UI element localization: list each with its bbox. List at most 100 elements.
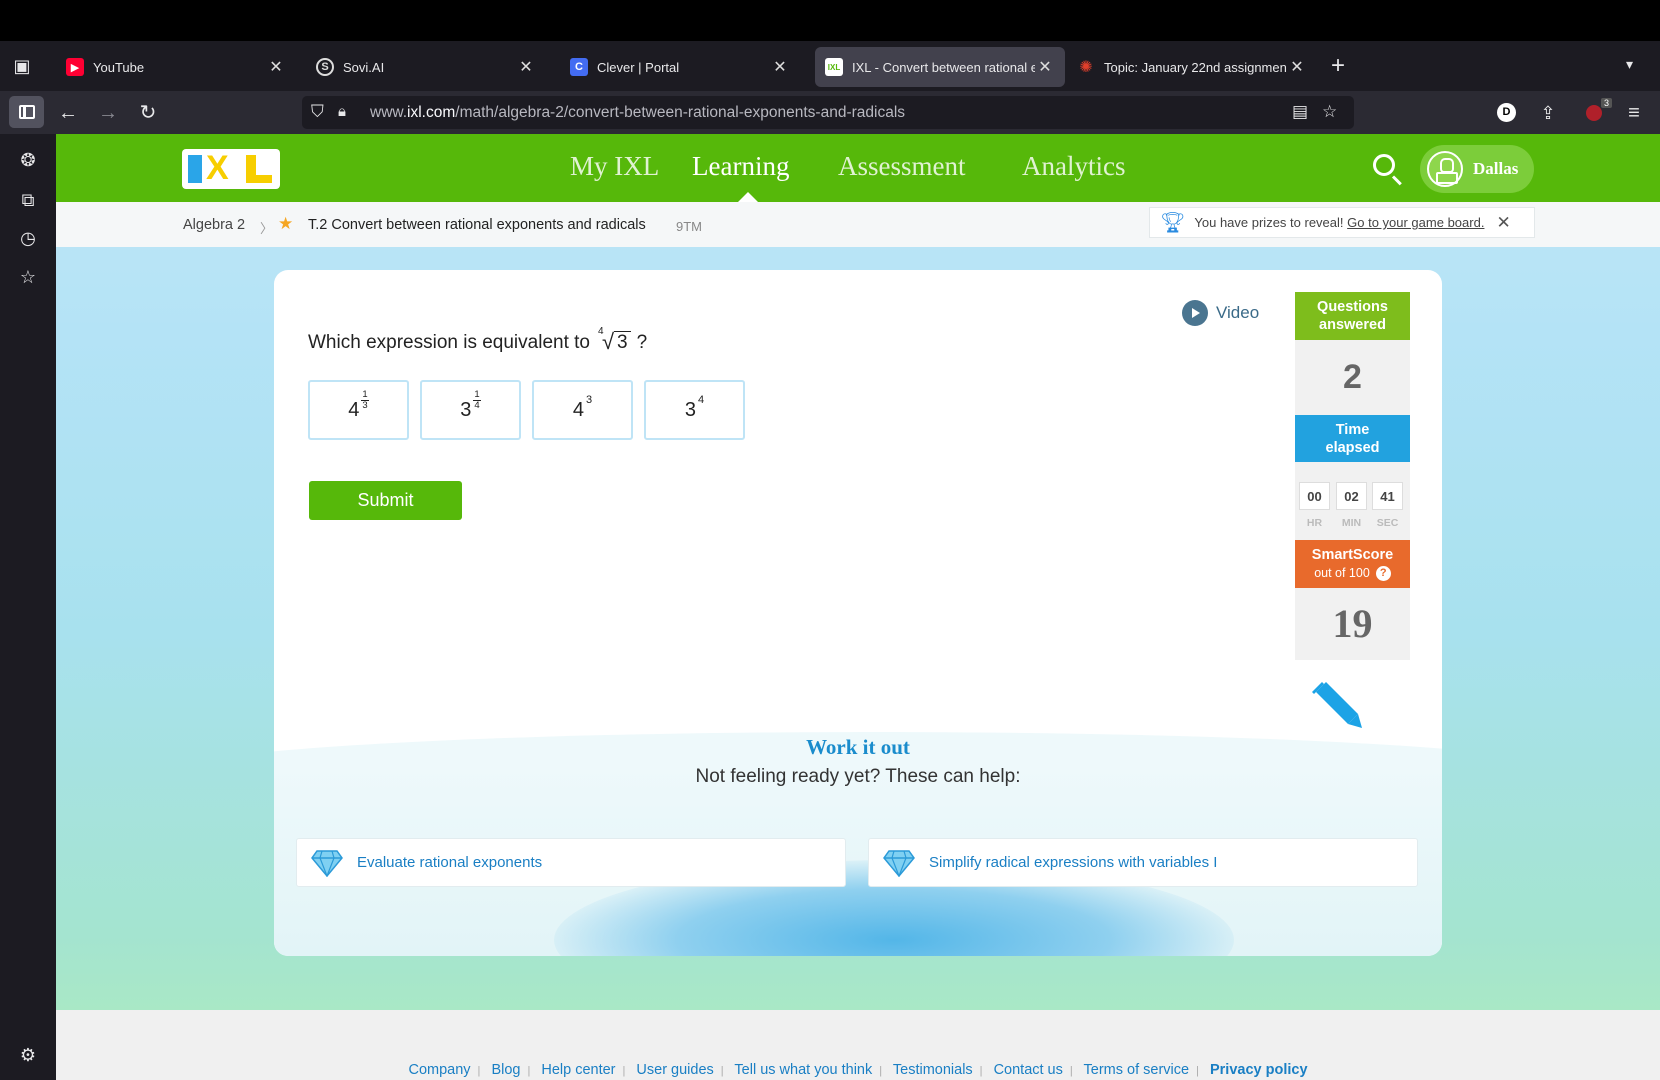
timer: 00 02 41 HR MIN SEC bbox=[1295, 462, 1410, 540]
url-text[interactable]: www.ixl.com/math/algebra-2/convert-betwe… bbox=[370, 104, 905, 122]
close-tab-icon[interactable]: ✕ bbox=[516, 57, 536, 77]
footer-link[interactable]: Contact us bbox=[994, 1062, 1063, 1078]
choice-base: 3 bbox=[460, 398, 472, 421]
answer-choice[interactable]: 3 4 bbox=[644, 380, 745, 440]
stats-panel: Questions answered 2 Time elapsed 00 02 … bbox=[1295, 292, 1410, 660]
submit-button[interactable]: Submit bbox=[309, 481, 462, 520]
settings-gear-icon[interactable]: ⚙ bbox=[16, 1043, 40, 1067]
answer-choice[interactable]: 4 3 bbox=[532, 380, 633, 440]
profile-avatar[interactable]: D bbox=[1497, 103, 1516, 122]
game-board-link[interactable]: Go to your game board. bbox=[1347, 215, 1484, 230]
question-mark: ? bbox=[636, 332, 648, 353]
close-tab-icon[interactable]: ✕ bbox=[266, 57, 286, 77]
tab-title: Topic: January 22nd assignmen bbox=[1104, 59, 1287, 75]
sidebar-toggle-icon[interactable] bbox=[9, 96, 44, 128]
shield-icon[interactable]: ⛉ bbox=[311, 100, 324, 124]
help-skill-link[interactable]: Simplify radical expressions with variab… bbox=[868, 838, 1418, 887]
footer-link[interactable]: Company bbox=[408, 1062, 470, 1078]
nav-toolbar: ← → ↻ ⛉ 🔒︎ www.ixl.com/math/algebra-2/co… bbox=[0, 91, 1660, 134]
pencil-icon[interactable] bbox=[1304, 682, 1364, 742]
back-icon[interactable]: ← bbox=[54, 99, 82, 127]
footer-links: Company | Blog | Help center | User guides |… bbox=[408, 1062, 1308, 1078]
video-label: Video bbox=[1216, 303, 1260, 322]
tab-canvas[interactable]: ✺ Topic: January 22nd assignmen ✕ bbox=[1067, 47, 1317, 87]
tab-youtube[interactable]: ▶ YouTube ✕ bbox=[56, 47, 296, 87]
ixl-page: X My IXL Learning Assessment Analytics D… bbox=[56, 134, 1660, 1080]
answer-choice[interactable]: 3 14 bbox=[420, 380, 521, 440]
tab-title: IXL - Convert between rational e bbox=[852, 59, 1035, 75]
bookmark-star-icon[interactable]: ☆ bbox=[1322, 100, 1337, 124]
timer-unit-hr: HR bbox=[1306, 517, 1323, 529]
nav-learning[interactable]: Learning bbox=[692, 151, 789, 182]
reload-icon[interactable]: ↻ bbox=[134, 99, 162, 127]
tab-title: Sovi.AI bbox=[343, 59, 385, 75]
help-icon[interactable]: ? bbox=[1375, 565, 1391, 581]
timer-hours: 00 bbox=[1299, 482, 1330, 510]
extensions-icon[interactable]: ⇪ bbox=[1534, 99, 1562, 127]
reader-view-icon[interactable]: ▤ bbox=[1292, 100, 1308, 124]
canvas-icon: ✺ bbox=[1079, 59, 1093, 76]
new-tab-button[interactable]: + bbox=[1331, 53, 1345, 79]
synced-tabs-icon[interactable]: ⧉ bbox=[16, 188, 40, 212]
star-icon[interactable]: ★ bbox=[278, 214, 293, 234]
ixl-icon: IXL bbox=[825, 58, 843, 76]
close-tab-icon[interactable]: ✕ bbox=[1287, 57, 1307, 77]
search-icon[interactable] bbox=[1373, 154, 1395, 176]
footer: Company | Blog | Help center | User guides |… bbox=[56, 1010, 1660, 1080]
lock-icon[interactable]: 🔒︎ bbox=[338, 100, 346, 124]
tab-ixl[interactable]: IXL IXL - Convert between rational e ✕ bbox=[815, 47, 1065, 87]
diamond-icon bbox=[311, 849, 343, 877]
ai-chatbot-icon[interactable]: ❂ bbox=[16, 148, 40, 172]
close-tab-icon[interactable]: ✕ bbox=[1035, 57, 1055, 77]
privacy-policy-link[interactable]: Privacy policy bbox=[1210, 1062, 1308, 1078]
ixl-logo[interactable]: X bbox=[182, 149, 280, 189]
sovi-icon: S bbox=[316, 58, 334, 76]
prize-banner: 🏆︎ You have prizes to reveal! Go to your… bbox=[1149, 207, 1535, 238]
tab-sovi[interactable]: S Sovi.AI ✕ bbox=[306, 47, 546, 87]
tab-title: Clever | Portal bbox=[597, 59, 680, 75]
tab-strip: ▣ ▶ YouTube ✕ S Sovi.AI ✕ C Clever | Por… bbox=[0, 41, 1660, 91]
help-skill-link[interactable]: Evaluate rational exponents bbox=[296, 838, 846, 887]
footer-link[interactable]: Tell us what you think bbox=[734, 1062, 872, 1078]
nav-my-ixl[interactable]: My IXL bbox=[570, 151, 659, 182]
forward-icon[interactable]: → bbox=[94, 99, 122, 127]
question-card: Video Which expression is equivalent to … bbox=[274, 270, 1442, 956]
timer-minutes: 02 bbox=[1336, 482, 1367, 510]
breadcrumb: Algebra 2 〉 ★ T.2 Convert between ration… bbox=[56, 202, 1660, 247]
url-bar[interactable]: ⛉ 🔒︎ www.ixl.com/math/algebra-2/convert-… bbox=[302, 96, 1354, 129]
list-tabs-chevron-icon[interactable]: ▾ bbox=[1626, 56, 1633, 73]
video-button[interactable]: Video bbox=[1182, 300, 1259, 326]
nav-analytics[interactable]: Analytics bbox=[1022, 151, 1125, 182]
footer-link[interactable]: Help center bbox=[541, 1062, 615, 1078]
smartscore-label: SmartScore out of 100? bbox=[1295, 540, 1410, 588]
user-avatar-icon bbox=[1427, 151, 1463, 187]
clever-icon: C bbox=[570, 58, 588, 76]
nav-assessment[interactable]: Assessment bbox=[838, 151, 966, 182]
footer-link[interactable]: User guides bbox=[636, 1062, 713, 1078]
tab-clever[interactable]: C Clever | Portal ✕ bbox=[560, 47, 800, 87]
choice-exponent-fraction: 13 bbox=[361, 388, 369, 411]
menu-icon[interactable]: ≡ bbox=[1620, 99, 1648, 127]
extension-badge-count: 3 bbox=[1600, 98, 1612, 108]
tab-overview-icon[interactable]: ▣ bbox=[8, 53, 36, 79]
question-prefix: Which expression is equivalent to bbox=[308, 332, 590, 353]
footer-link[interactable]: Blog bbox=[491, 1062, 520, 1078]
user-menu-button[interactable]: Dallas bbox=[1420, 145, 1534, 193]
close-icon[interactable]: ✕ bbox=[1496, 213, 1510, 233]
skill-code: 9TM bbox=[676, 219, 702, 234]
footer-link[interactable]: Terms of service bbox=[1084, 1062, 1190, 1078]
answer-choice[interactable]: 4 13 bbox=[308, 380, 409, 440]
choice-base: 3 bbox=[684, 398, 696, 421]
ublock-extension-icon[interactable]: 3 bbox=[1586, 98, 1612, 122]
bookmarks-icon[interactable]: ☆ bbox=[16, 265, 40, 289]
footer-link[interactable]: Testimonials bbox=[893, 1062, 973, 1078]
diamond-icon bbox=[883, 849, 915, 877]
close-tab-icon[interactable]: ✕ bbox=[770, 57, 790, 77]
breadcrumb-subject[interactable]: Algebra 2 bbox=[183, 217, 245, 233]
radicand: 3 bbox=[613, 331, 631, 353]
breadcrumb-skill: T.2 Convert between rational exponents a… bbox=[308, 217, 646, 233]
choice-base: 4 bbox=[572, 398, 584, 421]
timer-seconds: 41 bbox=[1372, 482, 1403, 510]
choice-exponent-fraction: 14 bbox=[473, 388, 481, 411]
history-icon[interactable]: ◷ bbox=[16, 226, 40, 250]
